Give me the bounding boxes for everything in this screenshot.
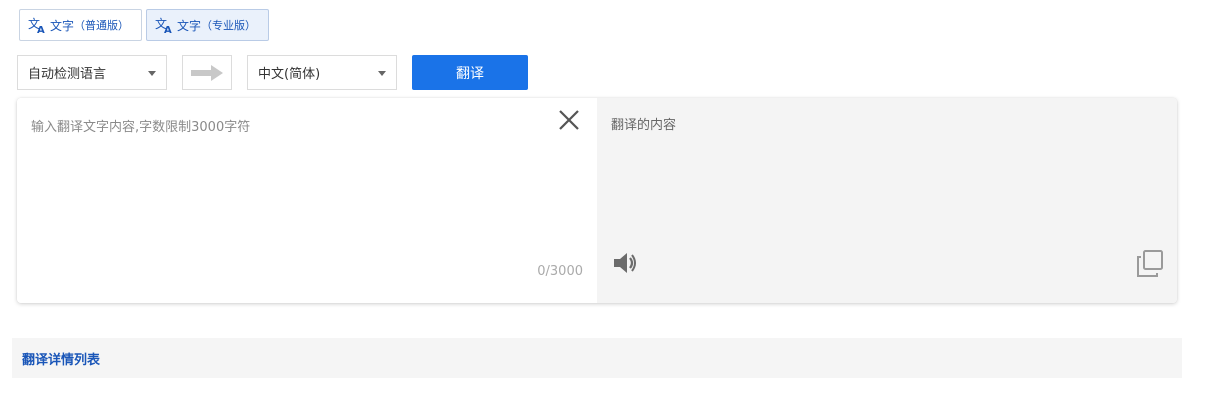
svg-text:A: A	[164, 25, 172, 34]
tab-sublabel: （普通版）	[74, 19, 130, 32]
translation-details-header: 翻译详情列表	[12, 338, 1182, 378]
chevron-down-icon	[378, 71, 386, 76]
translation-panel: 0/3000 翻译的内容	[17, 98, 1177, 303]
translate-icon: 文 A	[155, 16, 172, 34]
mode-tabs: 文 A 文字 （普通版） 文 A 文字 （专业版）	[19, 9, 270, 41]
target-language-select[interactable]: 中文(简体)	[247, 55, 397, 90]
target-language-value: 中文(简体)	[258, 67, 321, 82]
tab-sublabel: （专业版）	[201, 19, 257, 32]
clear-button[interactable]	[557, 108, 581, 132]
translate-button[interactable]: 翻译	[412, 55, 528, 90]
speaker-icon	[614, 253, 636, 273]
source-language-select[interactable]: 自动检测语言	[17, 55, 167, 90]
source-text-input[interactable]	[31, 116, 541, 256]
tab-label: 文字	[50, 18, 75, 33]
tab-text-standard[interactable]: 文 A 文字 （普通版）	[19, 9, 143, 41]
translate-icon: 文 A	[28, 16, 45, 34]
tab-label: 文字	[177, 18, 202, 33]
copy-button[interactable]	[1135, 249, 1165, 279]
close-icon	[559, 110, 579, 130]
output-text: 翻译的内容	[611, 118, 677, 133]
arrow-right-icon	[191, 64, 223, 81]
char-counter: 0/3000	[537, 264, 583, 279]
chevron-down-icon	[148, 71, 156, 76]
swap-languages-button[interactable]	[182, 55, 232, 90]
output-pane: 翻译的内容	[597, 98, 1177, 303]
source-language-value: 自动检测语言	[28, 67, 107, 82]
tab-text-pro[interactable]: 文 A 文字 （专业版）	[146, 9, 270, 41]
details-title: 翻译详情列表	[22, 352, 101, 368]
speak-button[interactable]	[611, 249, 639, 277]
svg-text:A: A	[37, 25, 45, 34]
source-pane: 0/3000	[17, 98, 597, 303]
copy-icon	[1137, 250, 1163, 277]
